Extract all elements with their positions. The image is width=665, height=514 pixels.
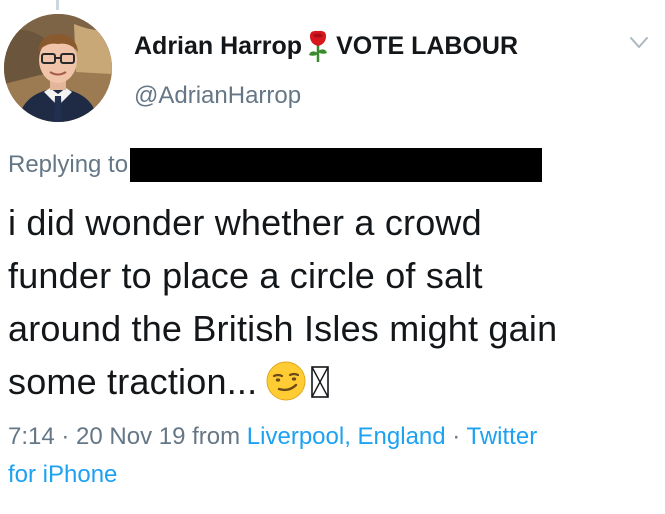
author-name-row[interactable]: Adrian Harrop VOTE LABOUR (134, 28, 518, 64)
missing-glyph-icon (310, 360, 330, 398)
tweet-time[interactable]: 7:14 (8, 423, 55, 450)
replying-to-row: Replying to (8, 148, 543, 182)
rose-icon (306, 29, 330, 63)
smirk-icon (265, 360, 307, 402)
source-link-part: Twitter (466, 423, 538, 450)
avatar[interactable] (4, 14, 112, 122)
replying-to-label: Replying to (8, 151, 129, 178)
meta-separator: · (445, 423, 467, 450)
chevron-down-icon[interactable] (629, 36, 649, 50)
redacted-username (130, 148, 543, 182)
tweet-text-line: around the British Isles might gain (8, 308, 558, 349)
source-link-part: for iPhone (8, 461, 118, 488)
thread-connector-line (56, 0, 59, 10)
tweet-text-line: funder to place a circle of salt (8, 255, 483, 296)
display-name-suffix: VOTE LABOUR (336, 31, 519, 60)
tweet-text: i did wonder whether a crowd funder to p… (8, 196, 658, 408)
meta-separator: · (54, 423, 77, 450)
display-name[interactable]: Adrian Harrop (134, 32, 302, 61)
tweet-text-line: some traction... (8, 361, 258, 402)
tweet-text-line-last: some traction... (8, 355, 658, 408)
location-link[interactable]: Liverpool, England (247, 423, 446, 450)
user-handle[interactable]: @AdrianHarrop (134, 82, 301, 110)
tweet-text-line: i did wonder whether a crowd (8, 202, 482, 243)
from-label: from (192, 423, 241, 450)
tweet-date[interactable]: 20 Nov 19 (76, 423, 185, 450)
tweet-metadata: 7:14 · 20 Nov 19 from Liverpool, England… (8, 418, 658, 494)
